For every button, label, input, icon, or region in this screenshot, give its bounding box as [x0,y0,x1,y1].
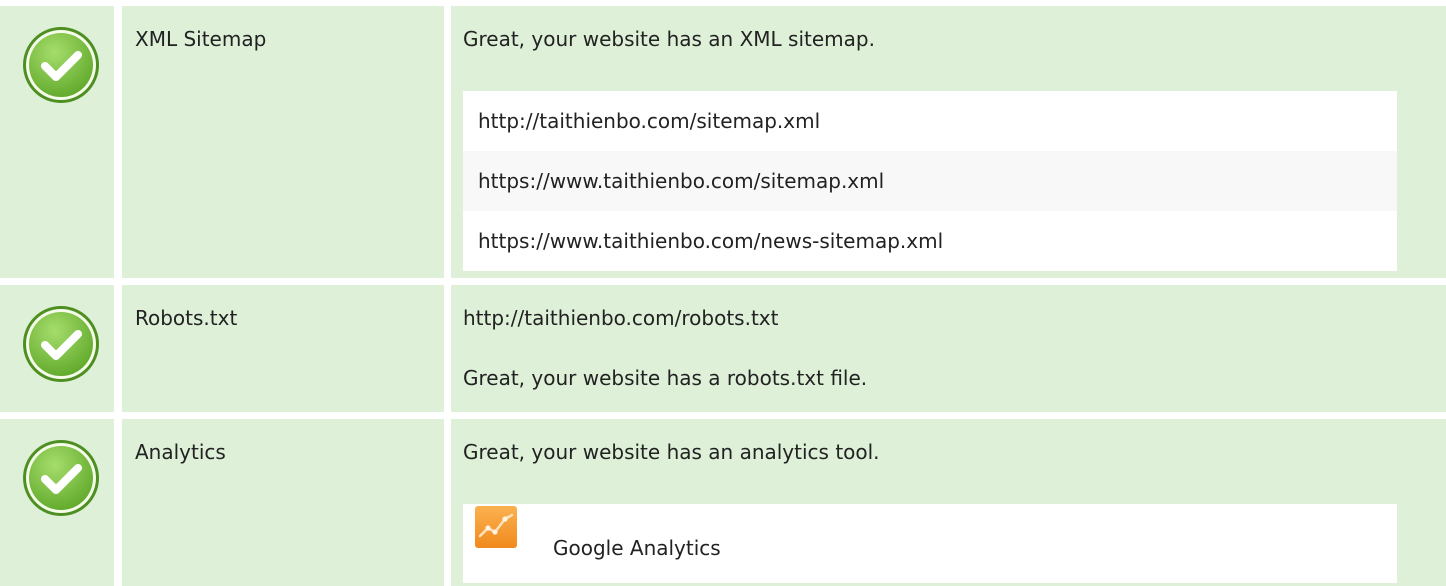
label-cell: Analytics [122,419,444,586]
check-label: Analytics [135,440,226,464]
google-analytics-icon [475,506,517,548]
check-circle-icon [23,440,99,516]
sitemap-url[interactable]: https://www.taithienbo.com/sitemap.xml [463,151,1397,211]
detail-cell: Great, your website has an XML sitemap. … [451,6,1446,278]
report-row-robots-txt: Robots.txt http://taithienbo.com/robots.… [0,285,1446,412]
check-label: XML Sitemap [135,27,267,51]
status-cell [0,285,114,412]
detail-cell: http://taithienbo.com/robots.txt Great, … [451,285,1446,412]
check-circle-icon [23,306,99,382]
seo-report-table: XML Sitemap Great, your website has an X… [0,0,1446,586]
check-message: Great, your website has a robots.txt fil… [463,366,868,390]
analytics-tool-item: Google Analytics [463,504,1397,583]
check-message: Great, your website has an analytics too… [463,440,880,464]
sitemap-url[interactable]: https://www.taithienbo.com/news-sitemap.… [463,211,1397,271]
analytics-tool-name: Google Analytics [553,536,721,560]
sitemap-url[interactable]: http://taithienbo.com/sitemap.xml [463,91,1397,151]
label-cell: Robots.txt [122,285,444,412]
sitemap-list: http://taithienbo.com/sitemap.xml https:… [463,91,1397,271]
report-row-analytics: Analytics Great, your website has an ana… [0,419,1446,586]
check-label: Robots.txt [135,306,238,330]
report-row-xml-sitemap: XML Sitemap Great, your website has an X… [0,6,1446,278]
detail-cell: Great, your website has an analytics too… [451,419,1446,586]
label-cell: XML Sitemap [122,6,444,278]
check-circle-icon [23,27,99,103]
robots-url[interactable]: http://taithienbo.com/robots.txt [463,305,778,331]
check-message: Great, your website has an XML sitemap. [463,27,875,51]
status-cell [0,6,114,278]
status-cell [0,419,114,586]
